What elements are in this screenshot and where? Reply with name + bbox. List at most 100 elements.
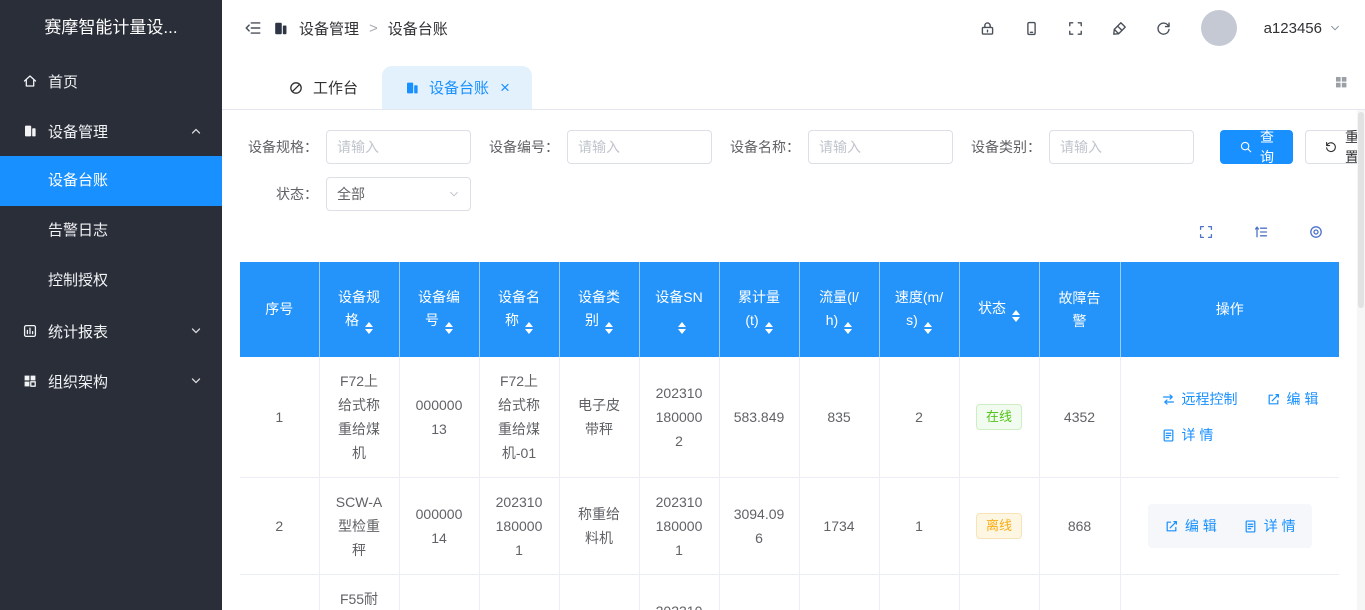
column-header-alarm: 故障告警: [1039, 262, 1120, 357]
filter-row-2: 状态： 全部: [244, 177, 1365, 211]
sort-icon[interactable]: [1012, 310, 1020, 322]
header-actions: a123456: [979, 10, 1341, 46]
filter-input-code[interactable]: [567, 130, 712, 164]
tab-device-ledger[interactable]: 设备台账×: [382, 66, 532, 109]
tab-close-icon[interactable]: ×: [500, 79, 510, 96]
chart-icon: [22, 323, 38, 339]
cell-speed: [879, 575, 959, 610]
user-menu[interactable]: a123456: [1264, 20, 1341, 37]
table-columns-icon[interactable]: [1253, 224, 1269, 240]
sort-icon[interactable]: [924, 322, 932, 334]
collapse-sidebar-icon[interactable]: [244, 19, 262, 37]
action-remote-control[interactable]: 远程控制: [1161, 387, 1238, 411]
cell-alarm: 868: [1039, 478, 1120, 575]
column-header-total[interactable]: 累计量(t): [719, 262, 799, 357]
sort-icon[interactable]: [365, 322, 373, 334]
sidebar-item-home[interactable]: 首页: [0, 56, 222, 106]
sort-icon[interactable]: [765, 322, 773, 334]
cell-category: 称重给料机: [559, 575, 639, 610]
action-detail[interactable]: 详 情: [1161, 423, 1214, 447]
filter-category: 设备类别：: [967, 130, 1194, 164]
detail-icon: [1243, 519, 1258, 534]
sidebar-item-org-structure[interactable]: 组织架构: [0, 356, 222, 406]
sidebar-item-stats-report[interactable]: 统计报表: [0, 306, 222, 356]
filter-input-name[interactable]: [808, 130, 953, 164]
sort-icon[interactable]: [445, 322, 453, 334]
building-icon: [272, 20, 289, 37]
cell-total: 583.849: [719, 357, 799, 478]
filter-label: 状态：: [244, 184, 318, 204]
tab-workbench[interactable]: 工作台: [266, 66, 380, 109]
column-header-category[interactable]: 设备类别: [559, 262, 639, 357]
scrollbar-thumb[interactable]: [1358, 112, 1364, 308]
reset-button[interactable]: 重 置: [1305, 130, 1365, 164]
sidebar-subitem-alarm-log[interactable]: 告警日志: [0, 206, 222, 256]
search-button[interactable]: 查 询: [1220, 130, 1293, 164]
table-fullscreen-icon[interactable]: [1198, 224, 1214, 240]
cell-alarm: [1039, 575, 1120, 610]
lock-icon[interactable]: [979, 20, 996, 37]
action-edit[interactable]: 编 辑: [1164, 514, 1217, 538]
column-label: 设备类别: [578, 289, 620, 328]
filter-fields: 设备规格： 设备编号： 设备名称： 设备类别：: [244, 130, 1208, 164]
mobile-icon[interactable]: [1023, 20, 1040, 37]
cell-speed: 1: [879, 478, 959, 575]
sort-icon[interactable]: [525, 322, 533, 334]
cell-status: 在线: [959, 357, 1039, 478]
column-label: 速度(m/s): [895, 289, 943, 328]
cell-index: 3: [240, 575, 319, 610]
action-edit[interactable]: 编 辑: [1266, 387, 1319, 411]
row-actions: 远程控制 编 辑详 情: [1135, 387, 1326, 447]
filter-spec: 设备规格：: [244, 130, 471, 164]
filter-label: 设备编号：: [485, 137, 559, 157]
column-header-index: 序号: [240, 262, 319, 357]
column-label: 故障告警: [1059, 290, 1101, 329]
column-label: 序号: [265, 301, 293, 317]
column-header-sn[interactable]: 设备SN: [639, 262, 719, 357]
theme-icon[interactable]: [1111, 20, 1128, 37]
home-icon: [22, 73, 38, 89]
filter-label: 设备名称：: [726, 137, 800, 157]
column-header-code[interactable]: 设备编号: [399, 262, 479, 357]
table-settings-icon[interactable]: [1308, 224, 1324, 240]
sidebar: 赛摩智能计量设... 首页设备管理设备台账告警日志控制授权统计报表组织架构: [0, 0, 222, 610]
org-icon: [22, 373, 38, 389]
top-header: 设备管理 > 设备台账 a123456: [222, 0, 1365, 56]
grid-icon[interactable]: [1333, 74, 1349, 90]
action-detail[interactable]: 详 情: [1243, 514, 1296, 538]
table-row: 1F72上给式称重给煤机00000013F72上给式称重给煤机-01电子皮带秤2…: [240, 357, 1339, 478]
column-header-status[interactable]: 状态: [959, 262, 1039, 357]
avatar[interactable]: [1201, 10, 1237, 46]
filter-label: 设备类别：: [967, 137, 1041, 157]
cell-total: 3094.096: [719, 478, 799, 575]
column-header-name[interactable]: 设备名称: [479, 262, 559, 357]
sort-icon[interactable]: [844, 322, 852, 334]
refresh-icon[interactable]: [1155, 20, 1172, 37]
filter-input-category[interactable]: [1049, 130, 1194, 164]
cell-sn: 2023101800002: [639, 357, 719, 478]
column-header-spec[interactable]: 设备规格: [319, 262, 399, 357]
username: a123456: [1264, 20, 1322, 37]
sort-icon[interactable]: [678, 322, 686, 334]
sort-icon[interactable]: [605, 322, 613, 334]
building-icon: [22, 123, 38, 139]
sidebar-subitem-control-auth[interactable]: 控制授权: [0, 256, 222, 306]
sidebar-item-device-mgmt[interactable]: 设备管理: [0, 106, 222, 156]
scrollbar-track[interactable]: [1357, 110, 1365, 610]
breadcrumb-item[interactable]: 设备管理: [299, 18, 359, 39]
caret-down-icon: [1329, 22, 1341, 34]
filter-input-spec[interactable]: [326, 130, 471, 164]
sidebar-subitem-device-ledger[interactable]: 设备台账: [0, 156, 222, 206]
column-header-flow[interactable]: 流量(l/h): [799, 262, 879, 357]
fullscreen-icon[interactable]: [1067, 20, 1084, 37]
status-select[interactable]: 全部: [326, 177, 471, 211]
column-header-speed[interactable]: 速度(m/s): [879, 262, 959, 357]
cell-name: d-111: [479, 575, 559, 610]
app-root: 赛摩智能计量设... 首页设备管理设备台账告警日志控制授权统计报表组织架构 设备…: [0, 0, 1365, 610]
status-badge: 在线: [976, 404, 1022, 430]
cell-category: 称重给料机: [559, 478, 639, 575]
detail-icon: [1161, 428, 1176, 443]
search-button-label: 查 询: [1260, 127, 1274, 167]
reset-icon: [1324, 140, 1338, 154]
tabs: 工作台设备台账×: [266, 66, 532, 109]
